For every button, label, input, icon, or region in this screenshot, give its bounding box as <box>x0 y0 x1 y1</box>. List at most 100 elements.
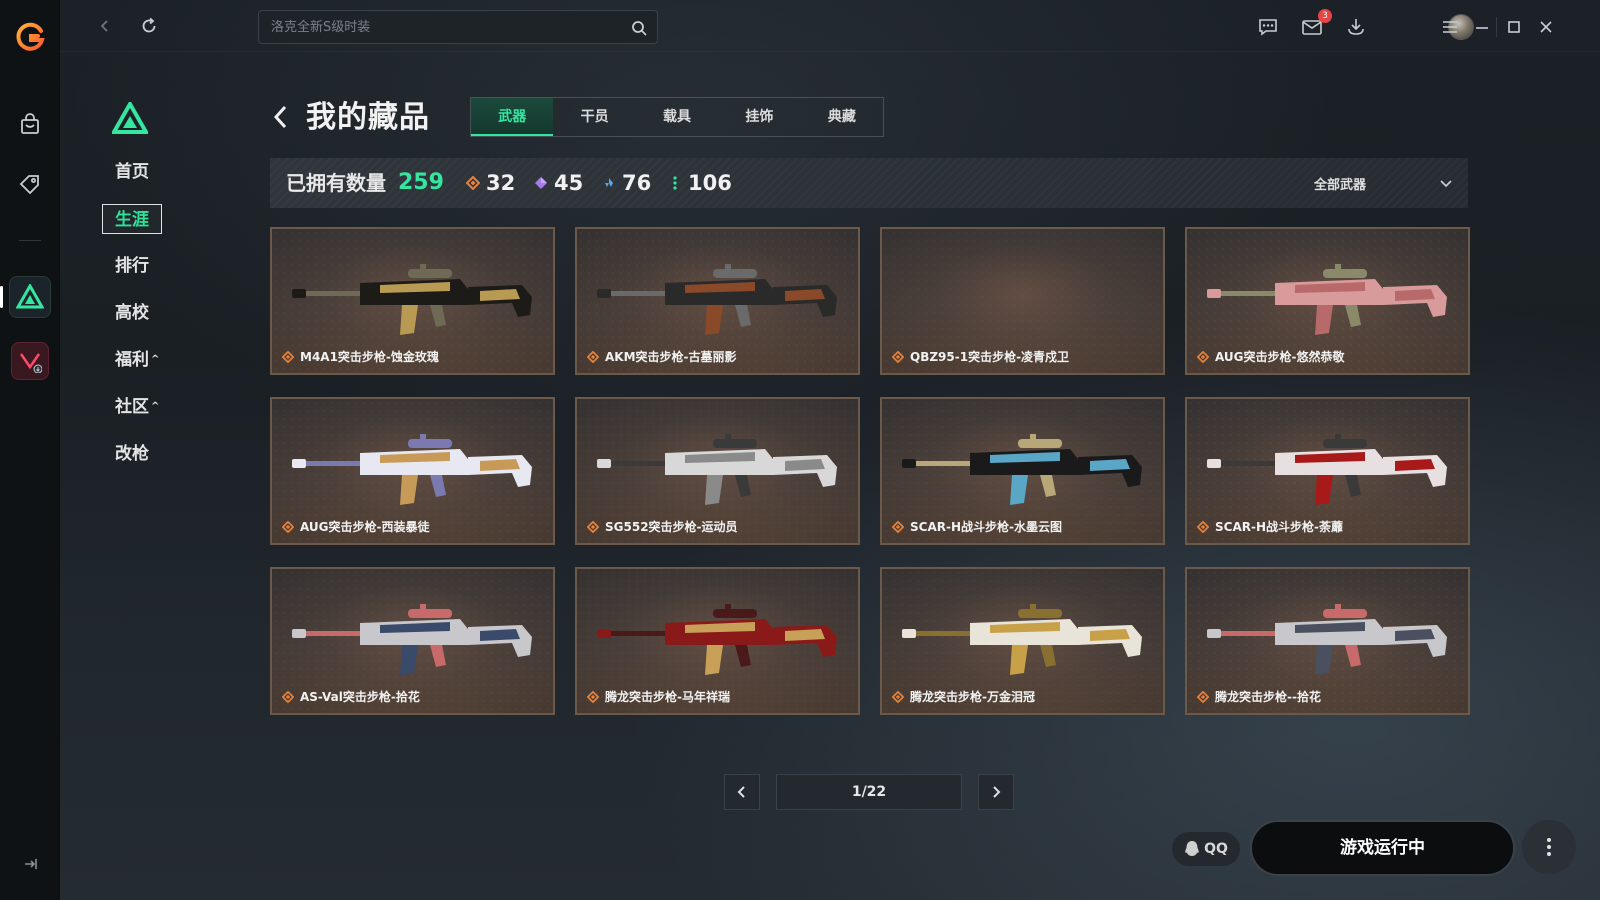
tab-weapons[interactable]: 武器 <box>471 98 554 136</box>
gold-diamond-icon <box>282 520 294 533</box>
game-triangle-icon[interactable] <box>9 276 51 318</box>
qq-label: QQ <box>1204 841 1228 857</box>
search-input[interactable] <box>259 11 619 43</box>
stat-purple-count: 45 <box>554 171 584 195</box>
weapon-card[interactable]: 腾龙突击步枪--拾花 <box>1185 567 1470 715</box>
weapon-card-caption: SG552突击步枪-运动员 <box>587 518 738 535</box>
gold-diamond-icon <box>1197 690 1209 703</box>
weapon-filter-dropdown[interactable]: 全部武器 <box>1314 158 1454 208</box>
weapon-skin-image <box>1207 264 1447 335</box>
weapon-skin-image <box>292 434 532 505</box>
nav-item-welfare[interactable]: 福利 ^ <box>115 345 159 375</box>
tab-vehicles[interactable]: 载具 <box>636 98 718 136</box>
top-bar: 3 <box>60 0 1600 52</box>
weapon-card-caption: AKM突击步枪-古墓丽影 <box>587 348 737 365</box>
refresh-icon[interactable] <box>136 13 162 39</box>
weapon-grid: M4A1突击步枪-蚀金玫瑰 AKM突击步枪-古墓丽影 QBZ95-1突击步枪-凌青戍… <box>270 227 1470 717</box>
weapon-name: AS-Val突击步枪-拾花 <box>300 690 420 704</box>
collection-header: 我的藏品 武器 干员 载具 挂饰 典藏 <box>270 97 1470 139</box>
weapon-name: SG552突击步枪-运动员 <box>605 520 738 534</box>
more-vertical-icon <box>1547 838 1551 856</box>
gold-diamond-icon <box>892 690 904 703</box>
stat-purple: 45 <box>534 158 583 208</box>
qq-button[interactable]: QQ <box>1172 832 1240 866</box>
game-valorant-icon[interactable] <box>11 342 49 380</box>
nav-item-community-label: 社区 <box>115 397 149 417</box>
next-page-button[interactable] <box>978 774 1014 810</box>
chevron-right-icon <box>993 786 1001 798</box>
nav-item-home[interactable]: 首页 <box>115 157 149 187</box>
menu-icon[interactable] <box>1436 13 1464 41</box>
weapon-card[interactable]: QBZ95-1突击步枪-凌青戍卫 <box>880 227 1165 375</box>
gold-diamond-icon <box>466 176 480 190</box>
weapon-card[interactable]: AS-Val突击步枪-拾花 <box>270 567 555 715</box>
maximize-icon[interactable] <box>1500 13 1528 41</box>
weapon-skin-image <box>597 434 837 505</box>
weapon-card[interactable]: AUG突击步枪-悠然恭敬 <box>1185 227 1470 375</box>
gold-diamond-icon <box>282 690 294 703</box>
weapon-card-caption: SCAR-H战斗步枪-水墨云图 <box>892 518 1062 535</box>
nav-item-college[interactable]: 高校 <box>115 298 149 328</box>
nav-item-community[interactable]: 社区 ^ <box>115 392 159 422</box>
gold-diamond-icon <box>587 690 599 703</box>
weapon-name: AUG突击步枪-悠然恭敬 <box>1215 350 1345 364</box>
back-arrow-icon[interactable] <box>92 13 118 39</box>
tab-operators[interactable]: 干员 <box>553 98 635 136</box>
back-arrow-icon[interactable] <box>270 103 292 131</box>
weapon-name: M4A1突击步枪-蚀金玫瑰 <box>300 350 439 364</box>
gold-diamond-icon <box>1197 520 1209 533</box>
chat-icon[interactable] <box>1254 13 1282 41</box>
weapon-card-caption: 腾龙突击步枪--拾花 <box>1197 688 1321 705</box>
weapon-card[interactable]: SCAR-H战斗步枪-水墨云图 <box>880 397 1165 545</box>
purple-diamond-icon <box>535 177 547 189</box>
download-icon[interactable] <box>1342 13 1370 41</box>
weapon-card-caption: AS-Val突击步枪-拾花 <box>282 688 420 705</box>
tag-icon[interactable] <box>14 168 46 200</box>
weapon-card-caption: AUG突击步枪-悠然恭敬 <box>1197 348 1345 365</box>
weapon-filter-value: 全部武器 <box>1314 177 1367 193</box>
mail-badge: 3 <box>1318 9 1332 23</box>
weapon-name: 腾龙突击步枪-万金泪冠 <box>910 690 1035 704</box>
tab-collection[interactable]: 典藏 <box>801 98 883 136</box>
stat-gold: 32 <box>466 158 515 208</box>
store-bag-icon[interactable] <box>14 108 46 140</box>
stat-green: 106 <box>668 158 732 208</box>
topbar-divider <box>1496 17 1497 37</box>
weapon-card-caption: QBZ95-1突击步枪-凌青戍卫 <box>892 348 1069 365</box>
weapon-card[interactable]: M4A1突击步枪-蚀金玫瑰 <box>270 227 555 375</box>
nav-item-career[interactable]: 生涯 <box>102 204 162 234</box>
weapon-name: SCAR-H战斗步枪-荼蘼 <box>1215 520 1343 534</box>
weapon-card[interactable]: SG552突击步枪-运动员 <box>575 397 860 545</box>
search-icon[interactable] <box>630 19 648 37</box>
nav-item-gun-mod[interactable]: 改枪 <box>115 439 149 469</box>
chevron-left-icon <box>737 786 745 798</box>
pagination: 1/22 <box>724 774 1020 810</box>
chevron-down-icon <box>1440 180 1452 188</box>
weapon-card[interactable]: AUG突击步枪-西装暴徒 <box>270 397 555 545</box>
weapon-card-caption: AUG突击步枪-西装暴徒 <box>282 518 430 535</box>
app-logo-icon[interactable] <box>14 21 46 53</box>
weapon-skin-image <box>292 604 532 675</box>
weapon-card[interactable]: 腾龙突击步枪-马年祥瑞 <box>575 567 860 715</box>
launch-button[interactable]: 游戏运行中 <box>1250 820 1515 876</box>
weapon-name: SCAR-H战斗步枪-水墨云图 <box>910 520 1062 534</box>
weapon-card-caption: SCAR-H战斗步枪-荼蘼 <box>1197 518 1343 535</box>
blue-diamond-icon <box>605 178 613 187</box>
mail-icon[interactable]: 3 <box>1298 9 1332 41</box>
tab-charms[interactable]: 挂饰 <box>718 98 800 136</box>
minimize-icon[interactable] <box>1468 13 1496 41</box>
more-options-button[interactable] <box>1522 820 1576 874</box>
weapon-card[interactable]: AKM突击步枪-古墓丽影 <box>575 227 860 375</box>
search-box[interactable] <box>258 10 658 44</box>
weapon-card-caption: 腾龙突击步枪-万金泪冠 <box>892 688 1035 705</box>
prev-page-button[interactable] <box>724 774 760 810</box>
close-icon[interactable] <box>1532 13 1560 41</box>
collapse-sidebar-icon[interactable] <box>20 854 40 874</box>
nav-item-ranking[interactable]: 排行 <box>115 251 149 281</box>
app-root: 3 首 <box>0 0 1600 900</box>
weapon-card[interactable]: 腾龙突击步枪-万金泪冠 <box>880 567 1165 715</box>
weapon-card[interactable]: SCAR-H战斗步枪-荼蘼 <box>1185 397 1470 545</box>
page-title: 我的藏品 <box>306 100 430 135</box>
owned-count-label: 已拥有数量 <box>286 171 386 195</box>
gold-diamond-icon <box>892 520 904 533</box>
